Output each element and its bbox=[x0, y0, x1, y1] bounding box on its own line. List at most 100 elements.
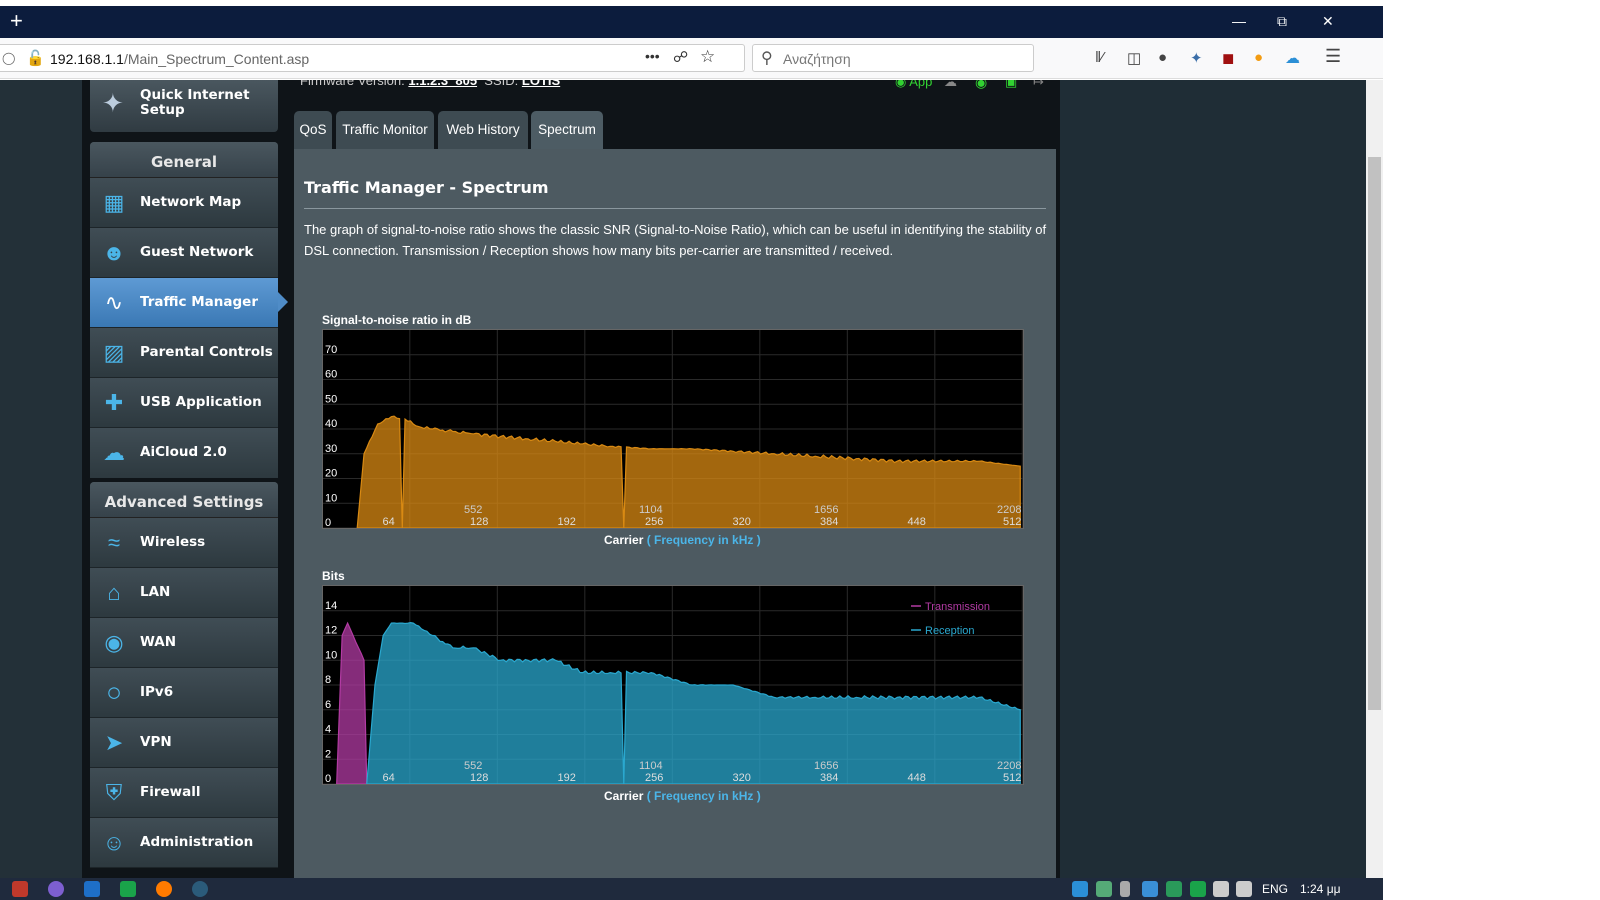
taskbar-app-1-icon[interactable] bbox=[12, 881, 28, 897]
language-indicator[interactable]: ENG bbox=[1262, 882, 1288, 896]
url-path: /Main_Spectrum_Content.asp bbox=[123, 51, 310, 67]
tab-spectrum[interactable]: Spectrum bbox=[531, 111, 603, 149]
bits-ytick-label: 8 bbox=[325, 674, 331, 686]
page-background bbox=[0, 80, 82, 878]
clock[interactable]: 1:24 μμ bbox=[1300, 882, 1341, 896]
viber-icon[interactable] bbox=[48, 881, 64, 897]
sidebar-item-label: Firewall bbox=[140, 784, 201, 800]
usb-status-icon[interactable]: ▣ bbox=[1005, 80, 1017, 90]
close-icon[interactable]: ✕ bbox=[1322, 13, 1334, 30]
sidebar-item-aicloud[interactable]: ☁ AiCloud 2.0 bbox=[90, 428, 278, 478]
sidebar-item-traffic-manager[interactable]: ∿ Traffic Manager bbox=[90, 278, 288, 328]
snr-carrier-tick-label: 64 bbox=[383, 516, 395, 528]
sidebar-item-administration[interactable]: ☺ Administration bbox=[90, 818, 278, 868]
sidebar-item-vpn[interactable]: ➤ VPN bbox=[90, 718, 278, 768]
cloud-extension-icon[interactable]: ☁ bbox=[1285, 49, 1300, 67]
bits-chart-title: Bits bbox=[322, 569, 345, 583]
volume-icon[interactable] bbox=[1236, 881, 1252, 897]
extension-2-icon[interactable]: ● bbox=[1254, 49, 1263, 66]
pocket-icon[interactable]: ☍ bbox=[673, 48, 688, 66]
taskbar: ENG 1:24 μμ bbox=[0, 878, 1383, 900]
tray-app-2-icon[interactable] bbox=[1142, 881, 1158, 897]
tab-web-history[interactable]: Web History bbox=[438, 111, 528, 149]
network-tray-icon[interactable] bbox=[1213, 881, 1229, 897]
tab-traffic-monitor[interactable]: Traffic Monitor bbox=[336, 111, 434, 149]
quick-internet-setup[interactable]: ✦ Quick Internet Setup bbox=[90, 80, 278, 132]
sidebar-item-wan[interactable]: ◉ WAN bbox=[90, 618, 278, 668]
bits-khz-tick-label: 552 bbox=[464, 760, 482, 772]
account-icon[interactable]: ● bbox=[1158, 49, 1167, 66]
firmware-version[interactable]: 1.1.2.3_805 bbox=[408, 80, 477, 88]
library-icon[interactable]: ‖⁄ bbox=[1095, 49, 1104, 66]
extension-1-icon[interactable]: ✦ bbox=[1190, 49, 1203, 67]
traffic-manager-icon: ∿ bbox=[104, 290, 124, 315]
sidebar-item-usb-application[interactable]: ✚ USB Application bbox=[90, 378, 278, 428]
snr-khz-tick-label: 1104 bbox=[639, 504, 663, 516]
bits-carrier-tick-label: 256 bbox=[645, 772, 663, 784]
sidebar-item-firewall[interactable]: ⛨ Firewall bbox=[90, 768, 278, 818]
browser-titlebar: + — ⧉ ✕ bbox=[0, 6, 1383, 38]
new-tab-button[interactable]: + bbox=[10, 10, 23, 32]
restore-icon[interactable]: ⧉ bbox=[1277, 13, 1287, 30]
minimize-icon[interactable]: — bbox=[1232, 13, 1246, 29]
url-text[interactable]: 192.168.1.1/Main_Spectrum_Content.asp bbox=[50, 51, 309, 67]
sidebar-item-wireless[interactable]: ≈ Wireless bbox=[90, 518, 278, 568]
microphone-icon[interactable] bbox=[1120, 881, 1130, 897]
advanced-menu: Advanced Settings ≈ Wireless ⌂ LAN ◉ WAN… bbox=[90, 482, 278, 868]
sidebar-item-label: LAN bbox=[140, 584, 171, 600]
bits-carrier-tick-label: 448 bbox=[908, 772, 926, 784]
snr-xlabel: Carrier bbox=[604, 533, 644, 547]
bits-khz-tick-label: 1104 bbox=[639, 760, 663, 772]
tab-qos[interactable]: QoS bbox=[294, 111, 332, 149]
ssid-label: SSID: bbox=[484, 80, 519, 88]
search-field[interactable]: ⚲ Αναζήτηση bbox=[752, 44, 1034, 72]
bits-xlabel-note: ( Frequency in kHz ) bbox=[646, 789, 761, 803]
defender-icon[interactable] bbox=[1166, 881, 1182, 897]
outlook-icon[interactable] bbox=[84, 881, 100, 897]
wps-status-icon[interactable]: ↦ bbox=[1033, 80, 1044, 90]
snr-carrier-tick-label: 320 bbox=[733, 516, 751, 528]
snr-xlabel-note: ( Frequency in kHz ) bbox=[646, 533, 761, 547]
onedrive-tray-icon[interactable] bbox=[1072, 881, 1088, 897]
snr-ytick-label: 40 bbox=[325, 418, 337, 430]
quick-setup-label: Quick Internet Setup bbox=[140, 87, 250, 118]
bookmark-star-icon[interactable]: ☆ bbox=[700, 47, 715, 67]
title-divider bbox=[304, 208, 1046, 209]
sidebar-item-ipv6[interactable]: ◯ IPv6 bbox=[90, 668, 278, 718]
insecure-lock-icon[interactable]: 🔓 bbox=[26, 49, 45, 67]
taskbar-app-4-icon[interactable] bbox=[120, 881, 136, 897]
sidebar-item-parental-controls[interactable]: ▨ Parental Controls bbox=[90, 328, 278, 378]
ublock-icon[interactable]: ◼ bbox=[1222, 49, 1234, 67]
magic-wand-icon: ✦ bbox=[102, 88, 124, 118]
menu-icon[interactable]: ☰ bbox=[1325, 46, 1341, 67]
tray-app-3-icon[interactable] bbox=[1190, 881, 1206, 897]
home-icon: ⌂ bbox=[107, 580, 121, 605]
firefox-icon[interactable] bbox=[156, 881, 172, 897]
bits-carrier-tick-label: 320 bbox=[733, 772, 751, 784]
bits-legend-label: Reception bbox=[925, 625, 975, 637]
sidebar-item-network-map[interactable]: ▦ Network Map bbox=[90, 178, 278, 228]
address-bar[interactable]: ◯ 🔓 192.168.1.1/Main_Spectrum_Content.as… bbox=[0, 44, 745, 72]
bits-khz-tick-label: 1656 bbox=[814, 760, 838, 772]
snr-carrier-tick-label: 128 bbox=[470, 516, 488, 528]
ssid-value[interactable]: LOTIS bbox=[522, 80, 560, 88]
taskbar-app-6-icon[interactable] bbox=[192, 881, 208, 897]
sidebar-item-label: Administration bbox=[140, 834, 254, 850]
sidebar-item-guest-network[interactable]: ☻ Guest Network bbox=[90, 228, 278, 278]
tray-app-icon[interactable] bbox=[1096, 881, 1112, 897]
globe-status-icon[interactable]: ◉ bbox=[975, 80, 987, 91]
scrollbar-thumb[interactable] bbox=[1368, 157, 1381, 710]
bits-legend-label: Transmission bbox=[925, 601, 990, 613]
page-scrollbar[interactable] bbox=[1366, 80, 1383, 878]
app-label[interactable]: ◉ App bbox=[895, 80, 932, 90]
advanced-header: Advanced Settings bbox=[90, 482, 278, 518]
admin-icon: ☺ bbox=[102, 830, 126, 855]
shield-icon[interactable]: ◯ bbox=[2, 51, 15, 65]
page-actions-button[interactable]: ••• bbox=[645, 48, 660, 64]
sidebar-toggle-icon[interactable]: ◫ bbox=[1127, 49, 1141, 67]
sidebar-item-lan[interactable]: ⌂ LAN bbox=[90, 568, 278, 618]
cloud-status-icon[interactable]: ☁ bbox=[944, 80, 957, 90]
content-panel: Traffic Manager - Spectrum The graph of … bbox=[294, 149, 1056, 878]
shield-icon: ⛨ bbox=[105, 780, 123, 805]
snr-khz-tick-label: 1656 bbox=[814, 504, 838, 516]
